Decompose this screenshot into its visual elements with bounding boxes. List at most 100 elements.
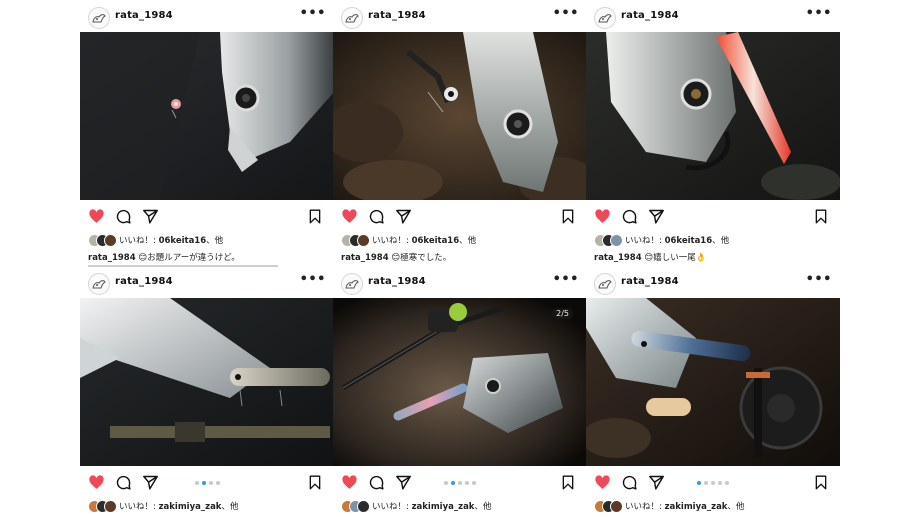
carousel-dot xyxy=(201,481,206,485)
carousel-dot xyxy=(458,481,462,485)
bookmark-icon[interactable] xyxy=(813,474,829,491)
liker-username[interactable]: 06keita16 xyxy=(159,236,207,246)
user-avatar-icon[interactable] xyxy=(594,273,616,295)
liker-username[interactable]: zakimiya_zak xyxy=(665,502,728,512)
user-avatar-icon[interactable] xyxy=(88,7,110,29)
liker-username[interactable]: zakimiya_zak xyxy=(412,502,475,512)
heart-icon[interactable] xyxy=(88,474,105,491)
username-link[interactable]: rata_1984 xyxy=(368,276,426,287)
post-photo[interactable]: 2/5 xyxy=(333,298,587,466)
likes-prefix: いいね！: xyxy=(119,236,159,246)
carousel-dot xyxy=(444,481,448,485)
post-photo[interactable] xyxy=(333,32,587,200)
heart-icon[interactable] xyxy=(88,208,105,225)
user-avatar-icon[interactable] xyxy=(594,7,616,29)
liker-avatar xyxy=(610,500,623,513)
heart-icon[interactable] xyxy=(594,208,611,225)
post-header: rata_1984 ••• xyxy=(333,2,587,32)
heart-icon[interactable] xyxy=(341,474,358,491)
comment-icon[interactable] xyxy=(368,208,385,225)
bookmark-icon[interactable] xyxy=(560,474,576,491)
caption: rata_1984 😊嬉しい一尾👌 xyxy=(594,251,706,263)
liker-avatar xyxy=(357,500,370,513)
bookmark-icon[interactable] xyxy=(813,208,829,225)
liker-username[interactable]: 06keita16 xyxy=(665,236,713,246)
likes-suffix: 、他 xyxy=(206,236,224,246)
liker-avatars xyxy=(88,234,118,247)
likes-prefix: いいね！: xyxy=(625,502,665,512)
likes-suffix: 、他 xyxy=(221,502,239,512)
username-link[interactable]: rata_1984 xyxy=(115,276,173,287)
liker-avatars xyxy=(594,234,624,247)
post-header: rata_1984 ••• xyxy=(333,268,587,298)
post-header: rata_1984 ••• xyxy=(586,268,840,298)
post-photo[interactable] xyxy=(586,298,840,466)
caption-username[interactable]: rata_1984 xyxy=(594,253,642,263)
post-photo[interactable] xyxy=(80,298,334,466)
carousel-dots xyxy=(686,481,740,487)
share-icon[interactable] xyxy=(395,474,412,491)
bookmark-icon[interactable] xyxy=(307,208,323,225)
likes-suffix: 、他 xyxy=(474,502,492,512)
share-icon[interactable] xyxy=(648,208,665,225)
liker-username[interactable]: zakimiya_zak xyxy=(159,502,222,512)
likes-prefix: いいね！: xyxy=(372,236,412,246)
liker-avatar xyxy=(104,234,117,247)
likes-suffix: 、他 xyxy=(727,502,745,512)
comment-icon[interactable] xyxy=(621,208,638,225)
comment-icon[interactable] xyxy=(115,474,132,491)
post-actions xyxy=(333,205,587,231)
user-avatar-icon[interactable] xyxy=(88,273,110,295)
comment-icon[interactable] xyxy=(621,474,638,491)
caption-username[interactable]: rata_1984 xyxy=(341,253,389,263)
more-options-icon[interactable]: ••• xyxy=(806,7,832,20)
heart-icon[interactable] xyxy=(341,208,358,225)
share-icon[interactable] xyxy=(648,474,665,491)
carousel-dot xyxy=(208,481,213,485)
liker-username[interactable]: 06keita16 xyxy=(412,236,460,246)
likes-prefix: いいね！: xyxy=(119,502,159,512)
post-header: rata_1984 ••• xyxy=(80,2,334,32)
caption-text: 😊嬉しい一尾👌 xyxy=(644,253,707,263)
share-icon[interactable] xyxy=(142,474,159,491)
liker-avatar xyxy=(357,234,370,247)
post-photo[interactable] xyxy=(586,32,840,200)
user-avatar-icon[interactable] xyxy=(341,273,363,295)
username-link[interactable]: rata_1984 xyxy=(115,10,173,21)
carousel-dot xyxy=(711,481,715,485)
bookmark-icon[interactable] xyxy=(307,474,323,491)
bookmark-icon[interactable] xyxy=(560,208,576,225)
carousel-dots xyxy=(180,481,234,487)
comment-icon[interactable] xyxy=(368,474,385,491)
caption: rata_1984 😊お題ルアーが違うけど。 xyxy=(88,251,240,263)
more-options-icon[interactable]: ••• xyxy=(553,7,579,20)
more-options-icon[interactable]: ••• xyxy=(806,273,832,286)
caption-username[interactable]: rata_1984 xyxy=(88,253,136,263)
post-actions xyxy=(333,471,587,497)
liker-avatars xyxy=(341,234,371,247)
heart-icon[interactable] xyxy=(594,474,611,491)
user-avatar-icon[interactable] xyxy=(341,7,363,29)
share-icon[interactable] xyxy=(142,208,159,225)
username-link[interactable]: rata_1984 xyxy=(621,10,679,21)
comment-icon[interactable] xyxy=(115,208,132,225)
carousel-dot xyxy=(718,481,722,485)
likes-suffix: 、他 xyxy=(459,236,477,246)
likes-prefix: いいね！: xyxy=(372,502,412,512)
more-options-icon[interactable]: ••• xyxy=(553,273,579,286)
more-options-icon[interactable]: ••• xyxy=(300,7,326,20)
carousel-dot xyxy=(215,481,220,485)
share-icon[interactable] xyxy=(395,208,412,225)
username-link[interactable]: rata_1984 xyxy=(368,10,426,21)
post-actions xyxy=(586,471,840,497)
likes-suffix: 、他 xyxy=(712,236,730,246)
liker-avatar xyxy=(610,234,623,247)
more-options-icon[interactable]: ••• xyxy=(300,273,326,286)
post-actions xyxy=(586,205,840,231)
caption-text: 😊極寒でした。 xyxy=(391,253,452,263)
carousel-dot xyxy=(451,481,455,485)
username-link[interactable]: rata_1984 xyxy=(621,276,679,287)
post-photo[interactable] xyxy=(80,32,334,200)
caption: rata_1984 😊極寒でした。 xyxy=(341,251,451,263)
liker-avatars xyxy=(88,500,118,513)
